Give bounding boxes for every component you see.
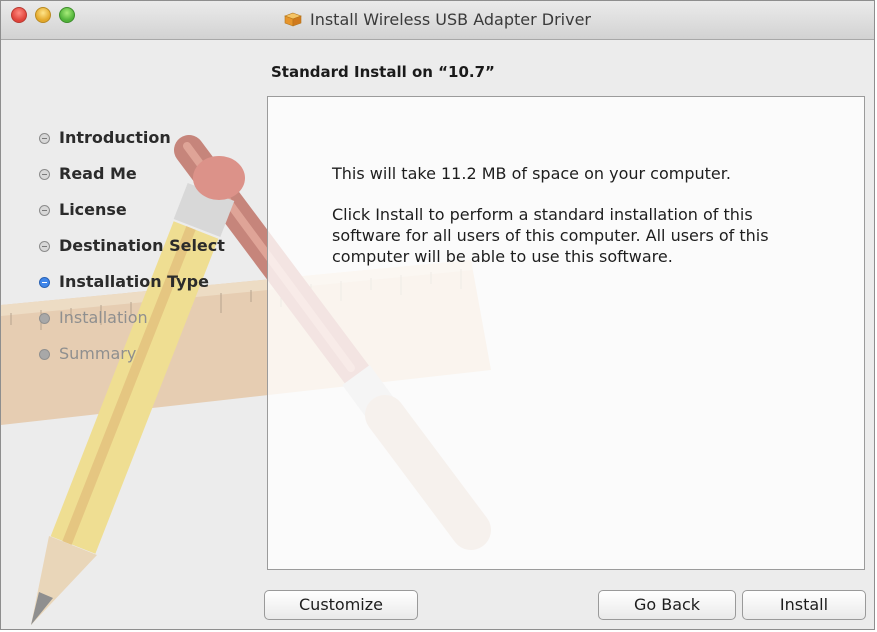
space-required-text: This will take 11.2 MB of space on your … [332, 164, 731, 183]
step-license: License [39, 200, 225, 236]
go-back-button[interactable]: Go Back [598, 590, 736, 620]
install-info-panel: This will take 11.2 MB of space on your … [267, 96, 865, 570]
panel-text: This will take 11.2 MB of space on your … [332, 163, 812, 287]
step-read-me: Read Me [39, 164, 225, 200]
install-description-text: Click Install to perform a standard inst… [332, 205, 769, 266]
step-label: Destination Select [59, 236, 225, 255]
install-heading: Standard Install on “10.7” [271, 63, 495, 81]
installer-window: Install Wireless USB Adapter Driver Stan… [0, 0, 875, 630]
step-current-icon [39, 277, 50, 288]
step-installation-type: Installation Type [39, 272, 225, 308]
step-done-icon [39, 205, 50, 216]
step-done-icon [39, 169, 50, 180]
step-introduction: Introduction [39, 128, 225, 164]
customize-button[interactable]: Customize [264, 590, 418, 620]
step-label: Read Me [59, 164, 137, 183]
step-destination-select: Destination Select [39, 236, 225, 272]
step-pending-icon [39, 313, 50, 324]
install-button[interactable]: Install [742, 590, 866, 620]
step-summary: Summary [39, 344, 225, 380]
step-label: License [59, 200, 127, 219]
step-installation: Installation [39, 308, 225, 344]
window-title: Install Wireless USB Adapter Driver [1, 10, 874, 29]
step-pending-icon [39, 349, 50, 360]
installer-steps: Introduction Read Me License Destination… [39, 128, 225, 380]
step-label: Installation [59, 308, 148, 327]
step-done-icon [39, 133, 50, 144]
step-label: Introduction [59, 128, 171, 147]
package-icon [284, 12, 302, 27]
step-done-icon [39, 241, 50, 252]
step-label: Summary [59, 344, 137, 363]
installer-content: Standard Install on “10.7” Introduction … [1, 40, 874, 629]
step-label: Installation Type [59, 272, 209, 291]
window-title-text: Install Wireless USB Adapter Driver [309, 10, 591, 29]
title-bar[interactable]: Install Wireless USB Adapter Driver [1, 1, 874, 40]
